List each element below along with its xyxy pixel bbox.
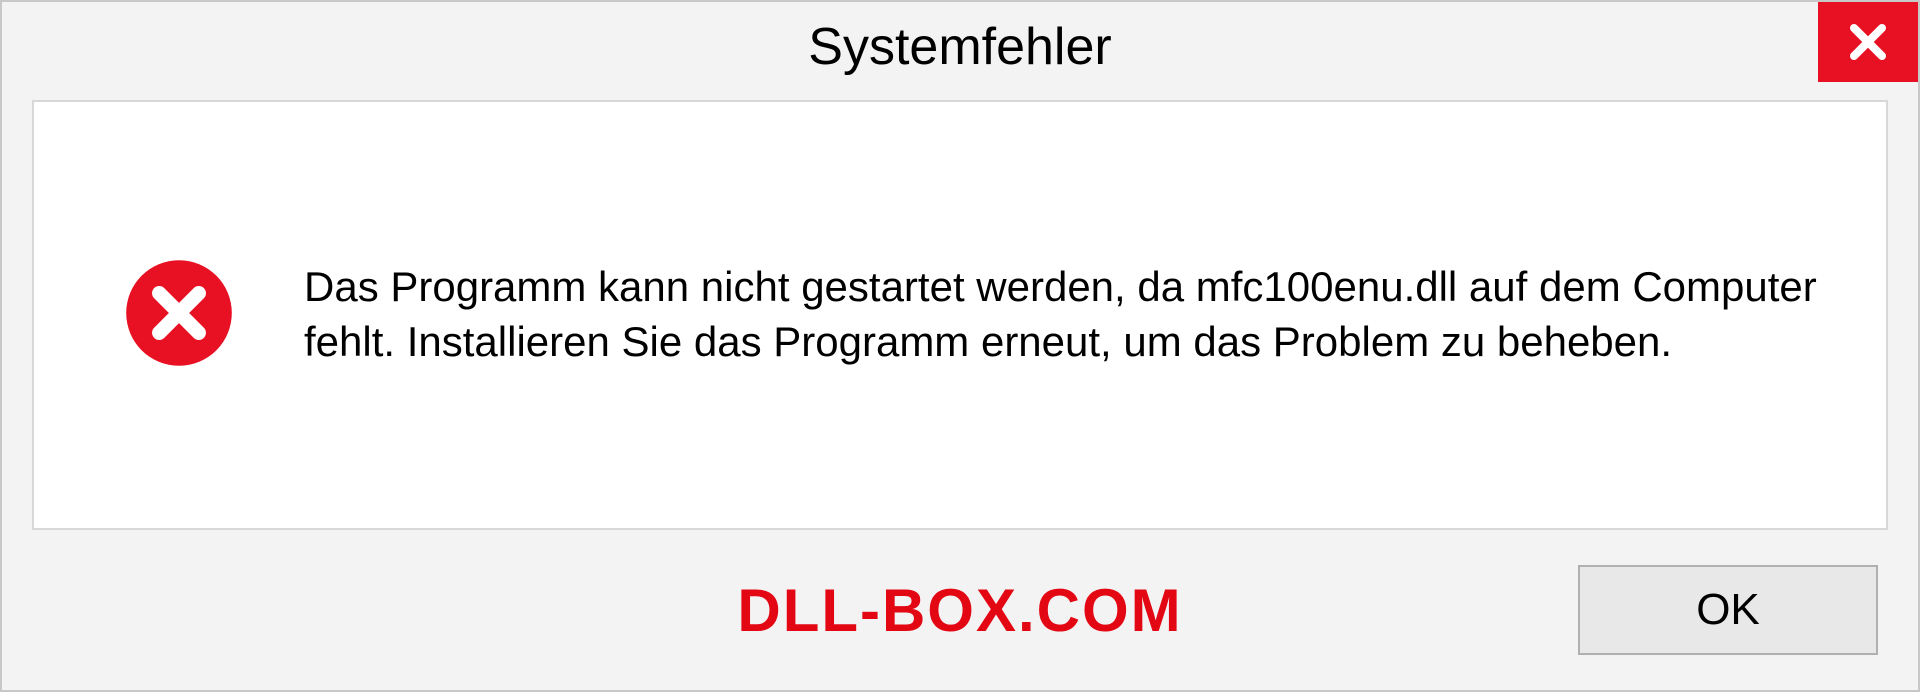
titlebar: Systemfehler [2,2,1918,92]
error-dialog: Systemfehler Das Programm kann nicht ges… [0,0,1920,692]
content-panel: Das Programm kann nicht gestartet werden… [32,100,1888,530]
error-icon [124,258,234,368]
close-icon [1844,18,1892,66]
dialog-footer: DLL-BOX.COM OK [2,550,1918,690]
dialog-title: Systemfehler [808,17,1111,77]
ok-button[interactable]: OK [1578,565,1878,655]
error-icon-wrap [124,258,234,373]
close-button[interactable] [1818,2,1918,82]
watermark-text: DLL-BOX.COM [737,576,1182,645]
error-message: Das Programm kann nicht gestartet werden… [304,260,1826,369]
